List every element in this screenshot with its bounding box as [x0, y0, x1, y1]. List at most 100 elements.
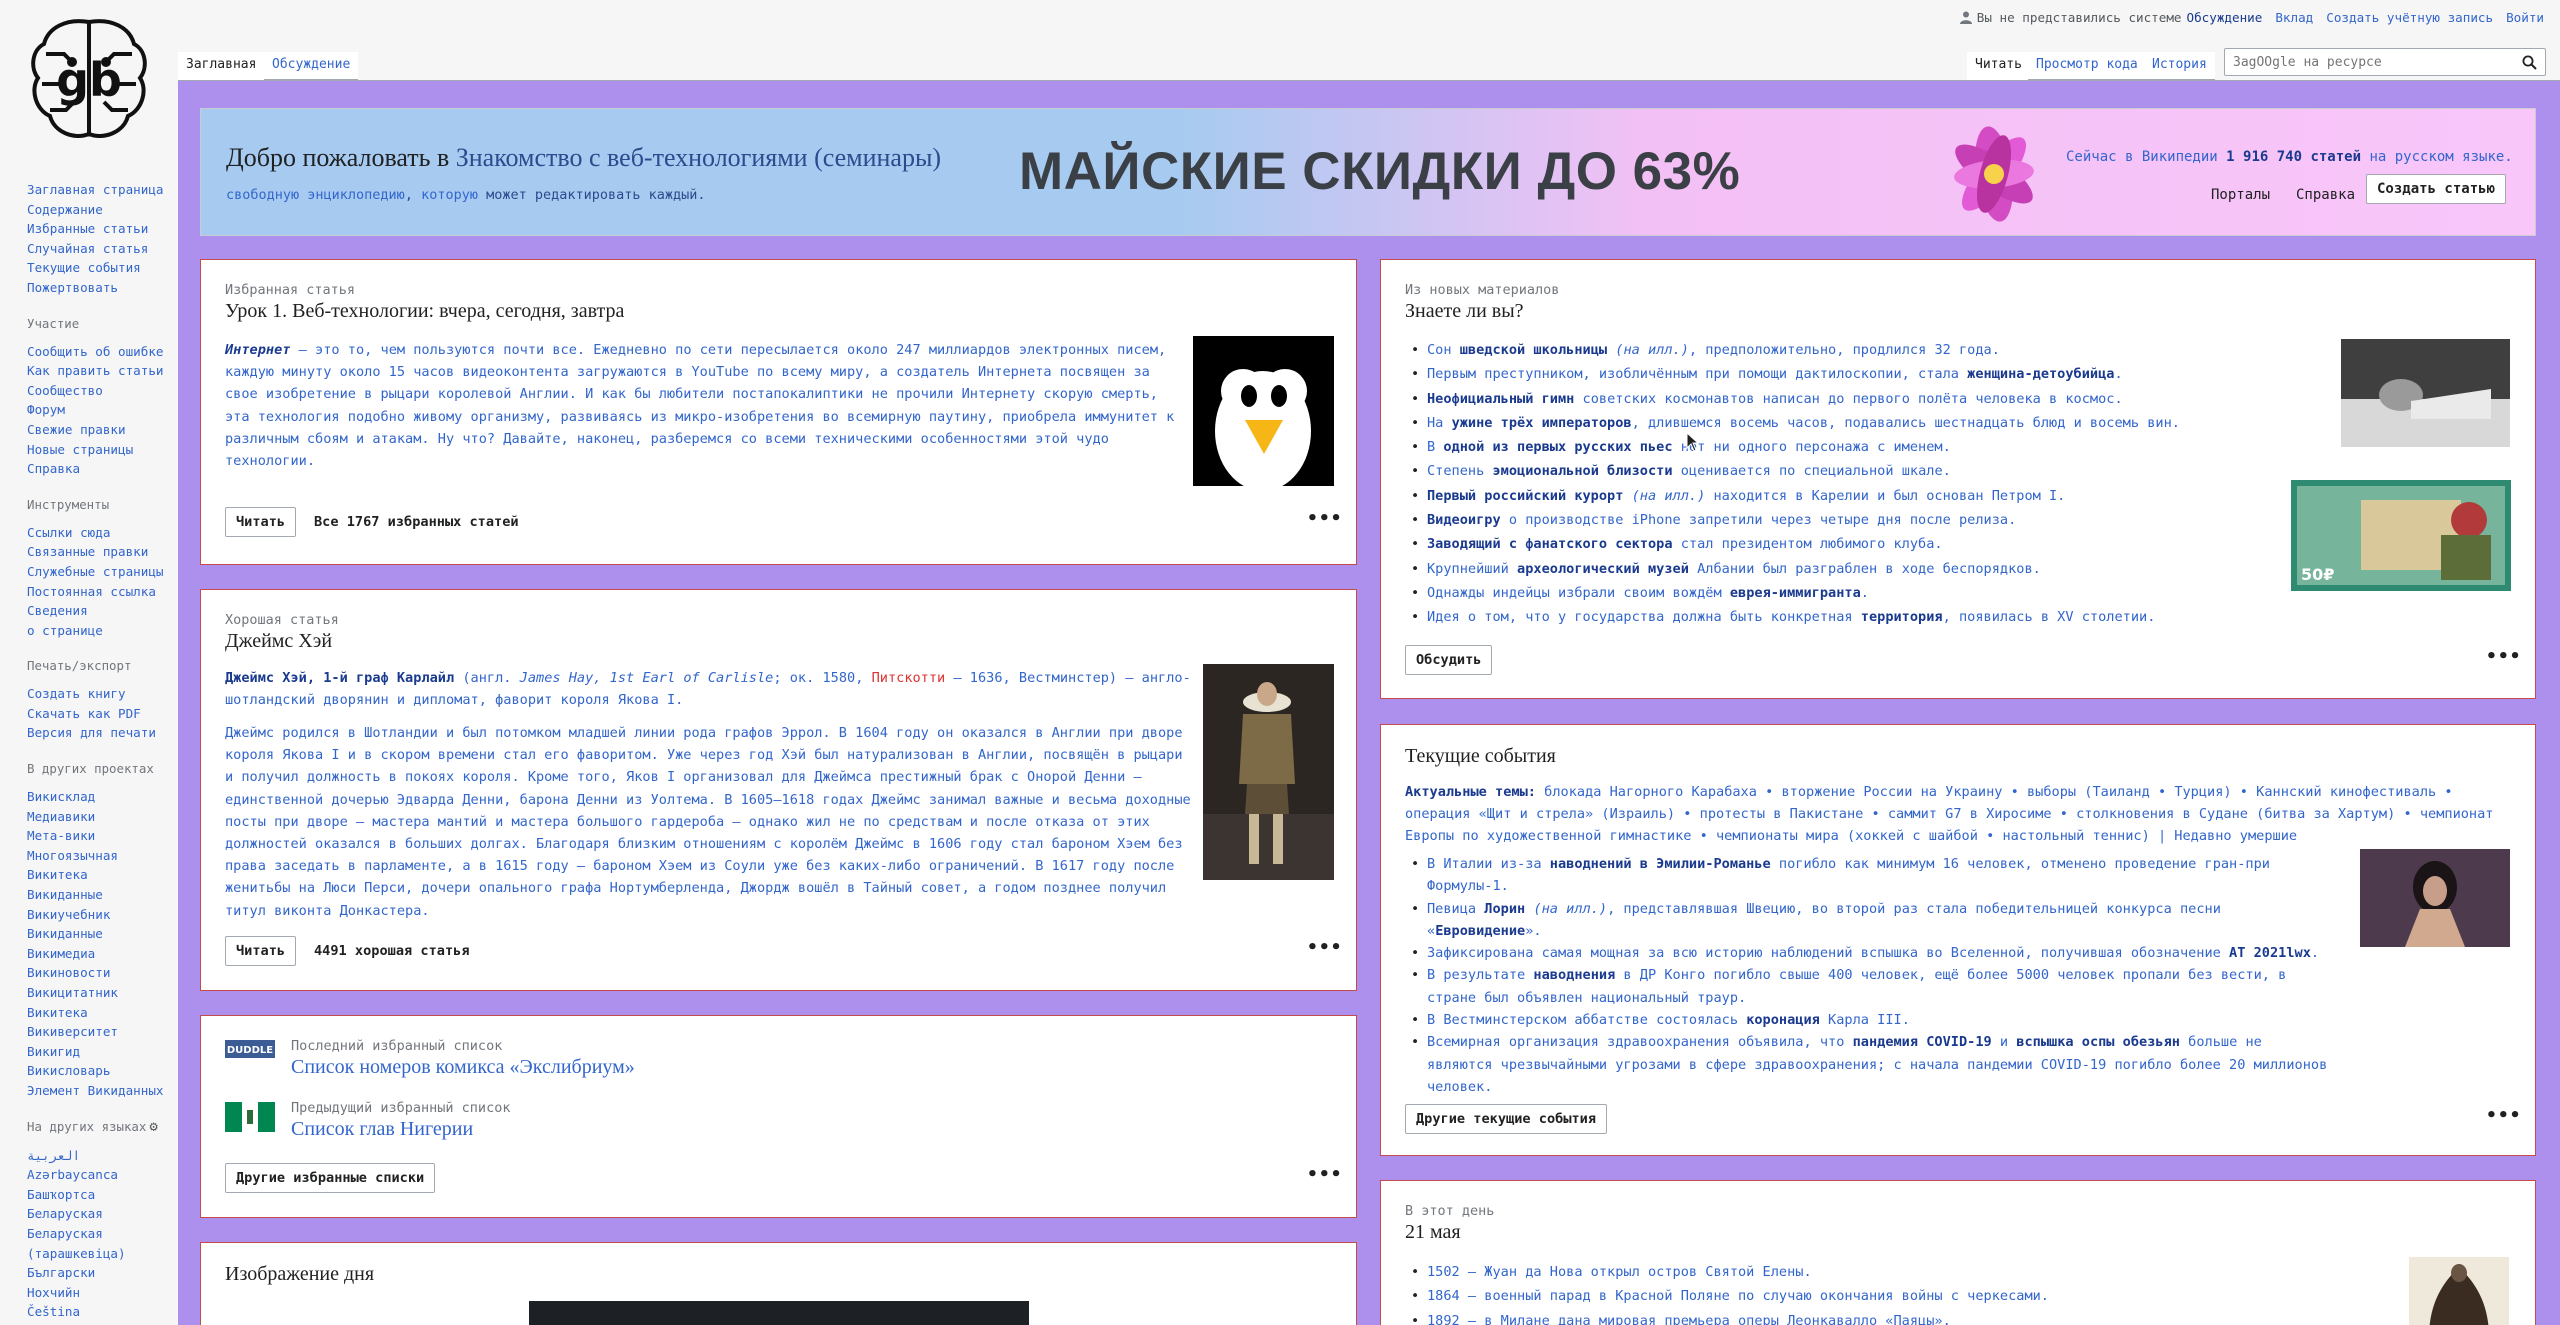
item-link[interactable]: шведской школьницы: [1460, 342, 1607, 358]
card-title[interactable]: Джеймс Хэй: [225, 630, 332, 653]
tab-read[interactable]: Читать: [1967, 52, 2030, 80]
sidebar-project-item-7[interactable]: Викимедиа: [27, 944, 170, 964]
all-good-link[interactable]: 4491 хорошая статья: [314, 943, 470, 959]
edit-link[interactable]: которую: [421, 187, 478, 203]
card-title[interactable]: Текущие события: [1405, 745, 1556, 768]
sidebar-tool-item-1[interactable]: Связанные правки: [27, 542, 170, 562]
sidebar-tool-item-4[interactable]: Сведения о странице: [27, 601, 170, 640]
sidebar-nav-item-3[interactable]: Случайная статья: [27, 239, 170, 259]
sidebar-project-item-5[interactable]: Викиучебник: [27, 905, 170, 925]
tab-main-page[interactable]: Заглавная: [178, 52, 265, 80]
sidebar-language-item-3[interactable]: Беларуская: [27, 1204, 170, 1224]
sidebar-language-item-4[interactable]: Беларуская (тарашкевіца): [27, 1224, 170, 1263]
sidebar-language-item-6[interactable]: Нохчийн: [27, 1283, 170, 1303]
gear-icon[interactable]: ⚙: [149, 1119, 157, 1135]
sidebar-project-item-8[interactable]: Викиновости: [27, 963, 170, 983]
other-lists-button[interactable]: Другие избранные списки: [225, 1163, 436, 1193]
more-options-icon[interactable]: •••: [1307, 508, 1343, 529]
user-talk-link[interactable]: Обсуждение: [2187, 10, 2263, 25]
sidebar-nav-item-1[interactable]: Содержание: [27, 200, 170, 220]
on-this-day-item[interactable]: 1502 — Жуан да Нова открыл остров Святой…: [1405, 1260, 2305, 1285]
item-link[interactable]: пандемия COVID-19: [1853, 1034, 1992, 1050]
more-events-button[interactable]: Другие текущие события: [1405, 1104, 1608, 1134]
james-hay-link[interactable]: Джеймс Хэй, 1-й граф Карлайл: [225, 670, 454, 686]
discuss-button[interactable]: Обсудить: [1405, 645, 1493, 675]
sidebar-project-item-9[interactable]: Викицитатник: [27, 983, 170, 1003]
project-link[interactable]: Знакомство с веб-технологиями (семинары): [456, 143, 941, 172]
tab-view-source[interactable]: Просмотр кода: [2028, 52, 2146, 80]
tab-discussion[interactable]: Обсуждение: [264, 52, 359, 80]
card-title[interactable]: Урок 1. Веб-технологии: вчера, сегодня, …: [225, 300, 624, 323]
sidebar-project-item-13[interactable]: Викисловарь: [27, 1061, 170, 1081]
on-this-day-item[interactable]: 1892 — в Милане дана мировая премьера оп…: [1405, 1309, 2305, 1325]
more-options-icon[interactable]: •••: [2486, 1105, 2522, 1126]
sidebar-project-item-11[interactable]: Викиверситет: [27, 1022, 170, 1042]
portals-button[interactable]: Порталы: [2201, 181, 2280, 209]
sidebar-participation-item-2[interactable]: Сообщество: [27, 381, 170, 401]
sidebar-project-item-2[interactable]: Мета-вики: [27, 826, 170, 846]
sidebar-nav-item-4[interactable]: Текущие события: [27, 258, 170, 278]
help-button[interactable]: Справка: [2286, 181, 2365, 209]
prev-list-link[interactable]: Список глав Нигерии: [291, 1118, 473, 1141]
sidebar-project-item-6[interactable]: Викиданные: [27, 924, 170, 944]
last-list-link[interactable]: Список номеров комикса «Экслибриум»: [291, 1056, 635, 1079]
sidebar-tool-item-2[interactable]: Служебные страницы: [27, 562, 170, 582]
singer-image[interactable]: [2360, 849, 2510, 947]
sidebar-language-item-1[interactable]: Azərbaycanca: [27, 1165, 170, 1185]
sidebar-language-item-0[interactable]: العربية: [27, 1146, 170, 1166]
item-link[interactable]: Неофициальный гимн: [1427, 391, 1574, 407]
encyclopedia-link[interactable]: свободную энциклопедию: [226, 187, 405, 203]
item-link[interactable]: Заводящий с фанатского сектора: [1427, 536, 1673, 552]
sidebar-participation-item-6[interactable]: Справка: [27, 459, 170, 479]
card-title[interactable]: Знаете ли вы?: [1405, 300, 1524, 323]
more-options-icon[interactable]: •••: [1307, 937, 1343, 958]
create-article-button[interactable]: Создать статью: [2366, 174, 2507, 204]
sidebar-project-item-10[interactable]: Викитека: [27, 1003, 170, 1023]
sidebar-language-item-5[interactable]: Български: [27, 1263, 170, 1283]
sidebar-language-item-2[interactable]: Башҡортса: [27, 1185, 170, 1205]
sidebar-participation-item-4[interactable]: Свежие правки: [27, 420, 170, 440]
sidebar-print-item-1[interactable]: Скачать как PDF: [27, 704, 170, 724]
more-options-icon[interactable]: •••: [2486, 646, 2522, 667]
item-link[interactable]: эмоциональной близости: [1492, 463, 1672, 479]
site-logo[interactable]: gb: [26, 14, 152, 144]
contributions-link[interactable]: Вклад: [2275, 10, 2313, 25]
sidebar-participation-item-0[interactable]: Сообщить об ошибке: [27, 342, 170, 362]
image-of-day[interactable]: [529, 1301, 1029, 1325]
sale-banner-text[interactable]: МАЙСКИЕ СКИДКИ ДО 63%: [1019, 141, 1740, 202]
sculpture-image[interactable]: [2409, 1257, 2509, 1325]
search-input[interactable]: [2225, 49, 2505, 75]
more-options-icon[interactable]: •••: [1307, 1164, 1343, 1185]
read-button[interactable]: Читать: [225, 936, 297, 966]
item-link[interactable]: Видеоигру: [1427, 512, 1501, 528]
item-link[interactable]: ужине трёх императоров: [1452, 415, 1632, 431]
item-link[interactable]: вспышка оспы обезьян: [2016, 1034, 2180, 1050]
penguin-image[interactable]: [1193, 336, 1334, 486]
item-link[interactable]: археологический музей: [1517, 561, 1689, 577]
stamp-image[interactable]: 50₽: [2291, 480, 2511, 591]
sidebar-print-item-2[interactable]: Версия для печати: [27, 723, 170, 743]
item-link[interactable]: женщина-детоубийца: [1967, 366, 2114, 382]
item-link[interactable]: Евровидение: [1435, 923, 1525, 939]
read-button[interactable]: Читать: [225, 507, 297, 537]
sidebar-language-item-7[interactable]: Čeština: [27, 1302, 170, 1322]
sidebar-participation-item-5[interactable]: Новые страницы: [27, 440, 170, 460]
sidebar-nav-item-5[interactable]: Пожертвовать: [27, 278, 170, 298]
sidebar-project-item-4[interactable]: Викиданные: [27, 885, 170, 905]
internet-link[interactable]: Интернет: [225, 342, 290, 358]
item-link[interactable]: одной из первых русских пьес: [1443, 439, 1672, 455]
sleeping-girl-image[interactable]: [2341, 339, 2510, 447]
on-this-day-item[interactable]: 1864 — военный парад в Красной Поляне по…: [1405, 1284, 2305, 1309]
article-count-link[interactable]: 1 916 740 статей: [2226, 149, 2361, 165]
card-title[interactable]: 21 мая: [1405, 1221, 1461, 1244]
sidebar-participation-item-3[interactable]: Форум: [27, 400, 170, 420]
item-link[interactable]: коронация: [1746, 1012, 1820, 1028]
item-link[interactable]: территория: [1861, 609, 1943, 625]
all-featured-link[interactable]: Все 1767 избранных статей: [314, 514, 519, 530]
sidebar-project-item-1[interactable]: Медиавики: [27, 807, 170, 827]
sidebar-tool-item-3[interactable]: Постоянная ссылка: [27, 582, 170, 602]
sidebar-project-item-3[interactable]: Многоязычная Викитека: [27, 846, 170, 885]
item-link[interactable]: еврея-иммигранта: [1730, 585, 1861, 601]
sidebar-participation-item-1[interactable]: Как править статьи: [27, 361, 170, 381]
sidebar-nav-item-0[interactable]: Заглавная страница: [27, 180, 170, 200]
